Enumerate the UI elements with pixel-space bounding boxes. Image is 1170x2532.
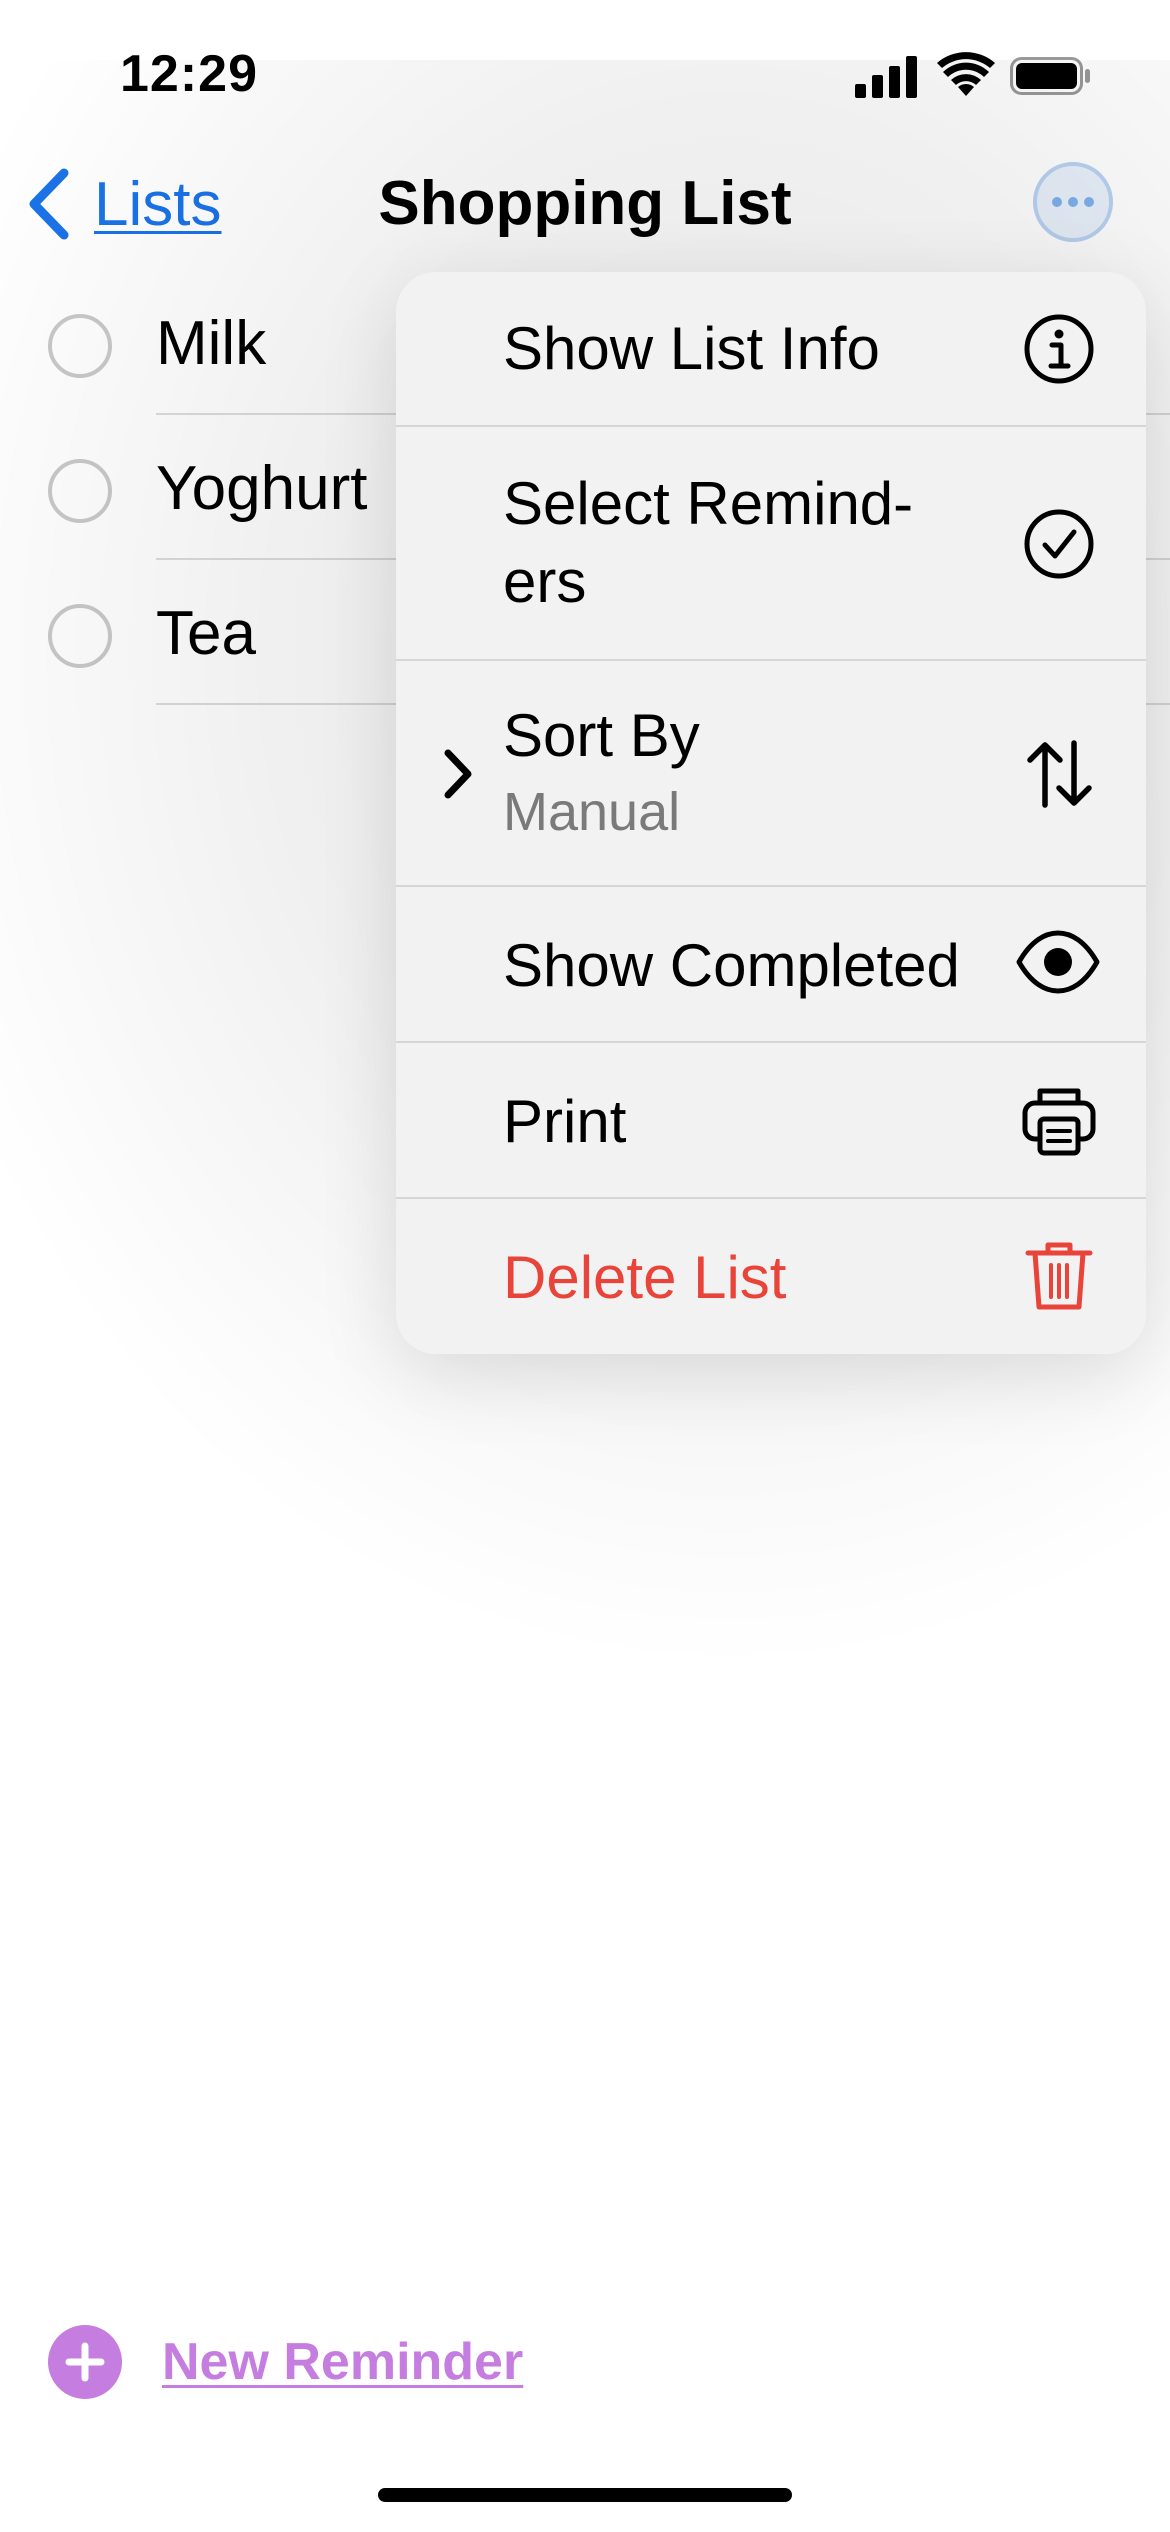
context-menu: Show List Info Select Remind- ers Sort B… xyxy=(396,272,1146,1354)
wifi-icon xyxy=(937,52,995,96)
reminder-title[interactable]: Milk xyxy=(156,308,266,379)
menu-item-label-line1: Select Remind- xyxy=(503,470,914,537)
menu-item-select-reminders[interactable]: Select Remind- ers xyxy=(396,427,1146,661)
chevron-left-icon xyxy=(29,168,69,240)
menu-item-show-completed[interactable]: Show Completed xyxy=(396,887,1146,1043)
eye-icon xyxy=(1016,930,1100,994)
back-button[interactable]: Lists xyxy=(26,164,221,244)
plus-icon xyxy=(65,2342,105,2382)
completion-checkbox[interactable] xyxy=(48,314,112,378)
more-options-button[interactable] xyxy=(1033,162,1113,242)
menu-item-sort-by[interactable]: Sort By Manual xyxy=(396,661,1146,887)
menu-item-label: Show Completed xyxy=(503,932,960,999)
completion-checkbox[interactable] xyxy=(48,604,112,668)
reminder-title[interactable]: Tea xyxy=(156,598,256,669)
new-reminder-button[interactable]: New Reminder xyxy=(48,2324,523,2400)
back-label: Lists xyxy=(94,169,222,239)
menu-item-label: Sort By xyxy=(503,702,700,769)
menu-item-show-list-info[interactable]: Show List Info xyxy=(396,272,1146,427)
menu-item-print[interactable]: Print xyxy=(396,1043,1146,1199)
trash-icon xyxy=(1025,1242,1093,1310)
new-reminder-label: New Reminder xyxy=(162,2333,524,2391)
menu-item-label: Print xyxy=(503,1088,627,1155)
menu-item-label: Delete List xyxy=(503,1244,787,1311)
battery-icon xyxy=(1010,57,1090,95)
cellular-signal-icon xyxy=(855,56,917,98)
printer-icon xyxy=(1022,1088,1096,1156)
plus-circle-icon xyxy=(48,2325,122,2399)
status-time: 12:29 xyxy=(120,45,258,103)
menu-item-label-line2: ers xyxy=(503,548,587,615)
home-indicator[interactable] xyxy=(378,2488,792,2502)
menu-item-delete-list[interactable]: Delete List xyxy=(396,1199,1146,1354)
sort-by-value: Manual xyxy=(503,782,681,842)
screen: 12:29 Shopping List Lists Milk Yoghurt T… xyxy=(0,0,1170,2532)
sort-arrows-icon xyxy=(1027,740,1092,808)
reminder-title[interactable]: Yoghurt xyxy=(156,453,367,524)
chevron-right-icon xyxy=(444,749,472,799)
info-circle-icon xyxy=(1024,314,1094,384)
ellipsis-icon xyxy=(1052,197,1094,207)
menu-item-label: Show List Info xyxy=(503,315,880,382)
completion-checkbox[interactable] xyxy=(48,459,112,523)
navigation-bar: Shopping List Lists xyxy=(0,150,1170,260)
status-bar: 12:29 xyxy=(0,0,1170,150)
checkmark-circle-icon xyxy=(1024,509,1094,579)
